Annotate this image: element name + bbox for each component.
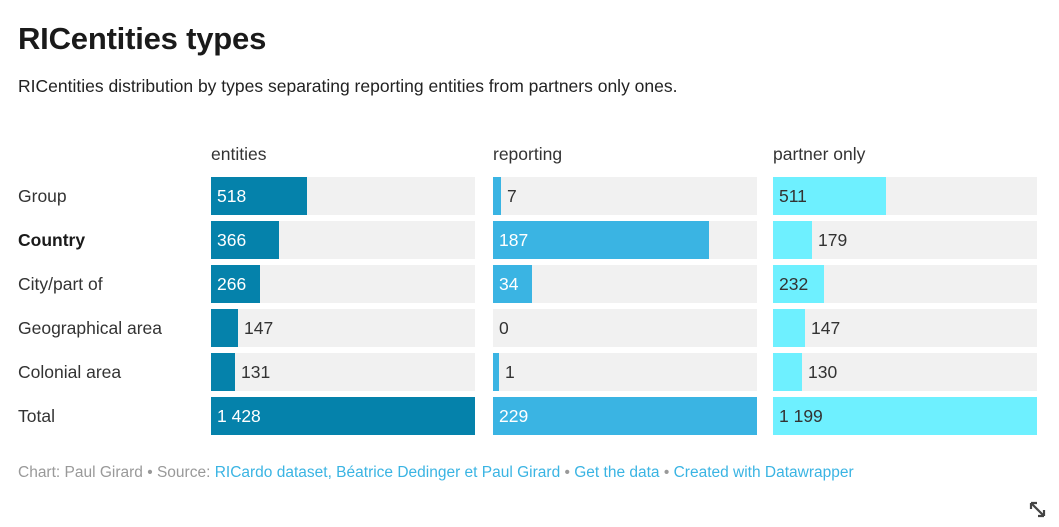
bar-partner-only[interactable]: [773, 353, 802, 391]
row-label-group: Group: [18, 186, 67, 206]
page-title: RICentities types: [18, 21, 267, 56]
row-label-colonial-area: Colonial area: [18, 362, 122, 382]
bar-value-label: 187: [499, 230, 529, 250]
bar-value-label: 147: [244, 318, 274, 338]
resize-handle-icon[interactable]: [1027, 499, 1049, 521]
table-body: Group 518 7 511 Country 366 187 179 City/part of…: [18, 174, 1041, 438]
bar-value-label: 0: [499, 318, 509, 338]
row-label-country: Country: [18, 230, 86, 250]
table-row: Total 1 428 229 1 199: [18, 394, 1041, 438]
bar-track: [493, 309, 757, 347]
column-header-partner-only: partner only: [773, 144, 866, 164]
bar-cell: 147: [211, 309, 475, 347]
bar-partner-only[interactable]: [773, 309, 805, 347]
table-row: Geographical area 147 0 147: [18, 306, 1041, 350]
source-link[interactable]: RICardo dataset, Béatrice Dedinger et Pa…: [215, 464, 560, 481]
bar-value-label: 232: [779, 274, 809, 294]
get-the-data-link[interactable]: Get the data: [574, 464, 659, 481]
row-label-geographical-area: Geographical area: [18, 318, 162, 338]
bar-track: [493, 177, 757, 215]
bar-reporting[interactable]: [493, 397, 757, 435]
bar-cell: 187: [493, 221, 757, 259]
bar-entities[interactable]: [211, 309, 238, 347]
bar-table: entities reporting partner only Group 518 7 5…: [18, 144, 1041, 438]
bar-partner-only[interactable]: [773, 221, 812, 259]
bar-cell: 7: [493, 177, 757, 215]
bar-reporting[interactable]: [493, 177, 501, 215]
bar-cell: 147: [773, 309, 1037, 347]
bar-value-label: 147: [811, 318, 841, 338]
bar-track: [493, 265, 757, 303]
bar-cell: 266: [211, 265, 475, 303]
bar-value-label: 1 199: [779, 406, 823, 426]
bar-value-label: 1: [505, 362, 515, 382]
table-row: Group 518 7 511: [18, 174, 1041, 218]
bar-cell: 229: [493, 397, 757, 435]
bar-cell: 1 428: [211, 397, 475, 435]
bar-value-label: 130: [808, 362, 838, 382]
bar-value-label: 1 428: [217, 406, 261, 426]
bar-value-label: 7: [507, 186, 517, 206]
bar-cell: 511: [773, 177, 1037, 215]
table-row: Colonial area 131 1 130: [18, 350, 1041, 394]
row-label-total: Total: [18, 406, 55, 426]
footer-sep-2: •: [560, 464, 575, 481]
bar-value-label: 131: [241, 362, 271, 382]
column-header-reporting: reporting: [493, 144, 563, 164]
bar-value-label: 511: [779, 186, 807, 206]
chart-container: RICentities types RICentities distributi…: [0, 0, 1059, 527]
footer-sep-1: •: [142, 464, 157, 481]
bar-value-label: 229: [499, 406, 529, 426]
created-with-datawrapper-link[interactable]: Created with Datawrapper: [674, 464, 854, 481]
bar-cell: 1 199: [773, 397, 1037, 435]
bar-entities[interactable]: [211, 353, 235, 391]
column-header-row: entities reporting partner only: [18, 144, 1041, 174]
footer-credit: Chart: Paul Girard: [18, 464, 143, 481]
bar-cell: 1: [493, 353, 757, 391]
chart-footer: Chart: Paul Girard • Source: RICardo dat…: [18, 462, 918, 484]
table-row: Country 366 187 179: [18, 218, 1041, 262]
bar-cell: 518: [211, 177, 475, 215]
bar-cell: 232: [773, 265, 1037, 303]
bar-cell: 131: [211, 353, 475, 391]
page-subtitle: RICentities distribution by types separa…: [18, 76, 678, 97]
row-label-city-part-of: City/part of: [18, 274, 103, 294]
bar-cell: 0: [493, 309, 757, 347]
table-row: City/part of 266 34 232: [18, 262, 1041, 306]
footer-sep-3: •: [659, 464, 674, 481]
bar-value-label: 179: [818, 230, 848, 250]
bar-cell: 366: [211, 221, 475, 259]
bar-track: [493, 353, 757, 391]
footer-source-label: Source:: [156, 464, 215, 481]
bar-value-label: 518: [217, 186, 247, 206]
column-header-entities: entities: [211, 144, 267, 164]
bar-cell: 179: [773, 221, 1037, 259]
bar-value-label: 34: [499, 274, 519, 294]
bar-cell: 34: [493, 265, 757, 303]
bar-value-label: 266: [217, 274, 247, 294]
bar-value-label: 366: [217, 230, 247, 250]
bar-cell: 130: [773, 353, 1037, 391]
